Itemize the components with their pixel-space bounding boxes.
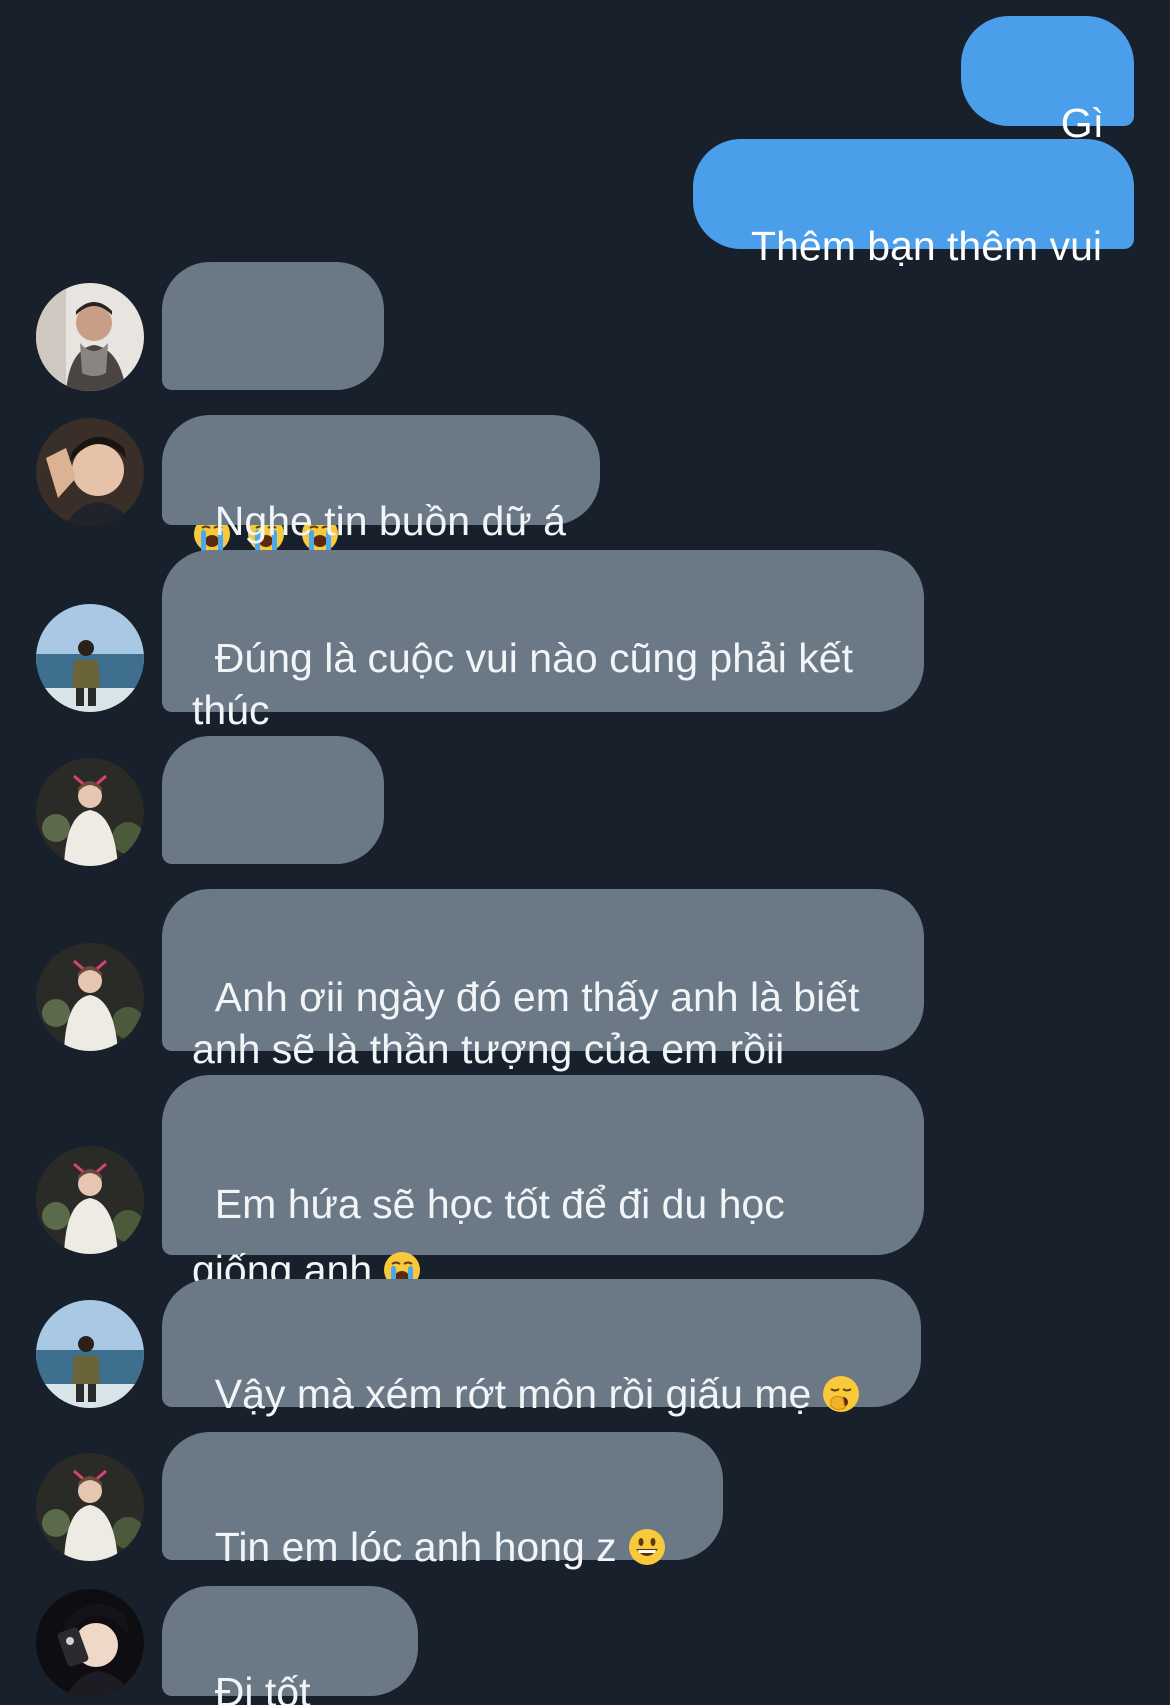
avatar-white-sweater-guy[interactable] — [36, 758, 144, 866]
grinning-face-icon — [627, 1527, 667, 1567]
message-text: Đi tốt nhá — [214, 1669, 311, 1705]
incoming-message[interactable]: Nghe tin buồn dữ á — [162, 415, 600, 544]
message-text: Em hứa sẽ học tốt để đi du học giống anh — [192, 1181, 797, 1293]
message-text: Thêm bạn thêm vui — [751, 223, 1102, 269]
outgoing-message[interactable]: Thêm bạn thêm vui — [693, 139, 1134, 269]
message-text: Anh ơii ngày đó em thấy anh là biết anh … — [192, 974, 871, 1072]
incoming-message[interactable]: Tin em lóc anh hong z — [162, 1432, 723, 1570]
message-text: Đúng là cuộc vui nào cũng phải kết thúc — [192, 635, 865, 733]
incoming-message[interactable]: Đúng là cuộc vui nào cũng phải kết thúc — [162, 550, 924, 733]
message-text: Nghe tin buồn dữ á — [214, 498, 566, 544]
avatar-beach-guy[interactable] — [36, 1300, 144, 1408]
avatar-scarf-guy[interactable] — [36, 283, 144, 391]
avatar-hand-guy[interactable] — [36, 418, 144, 526]
message-text: Tin em lóc anh hong z — [214, 1524, 617, 1570]
message-text: Vậy mà xém rớt môn rồi giấu mẹ — [214, 1371, 812, 1417]
avatar-dark-hair-guy[interactable] — [36, 1589, 144, 1697]
avatar-white-sweater-guy[interactable] — [36, 1146, 144, 1254]
outgoing-message[interactable]: Gì đâu — [961, 16, 1134, 198]
avatar-white-sweater-guy[interactable] — [36, 943, 144, 1051]
incoming-message[interactable]: Vậy mà xém rớt môn rồi giấu mẹ — [162, 1279, 921, 1417]
incoming-message[interactable]: Đi tốt nhá — [162, 1586, 418, 1705]
avatar-beach-guy[interactable] — [36, 604, 144, 712]
incoming-message[interactable] — [162, 262, 384, 552]
yawning-face-icon — [821, 1374, 861, 1414]
incoming-message[interactable]: Em hứa sẽ học tốt để đi du học giống anh — [162, 1075, 924, 1293]
incoming-message[interactable] — [162, 736, 384, 1026]
incoming-message[interactable]: Anh ơii ngày đó em thấy anh là biết anh … — [162, 889, 924, 1072]
avatar-white-sweater-guy[interactable] — [36, 1453, 144, 1561]
